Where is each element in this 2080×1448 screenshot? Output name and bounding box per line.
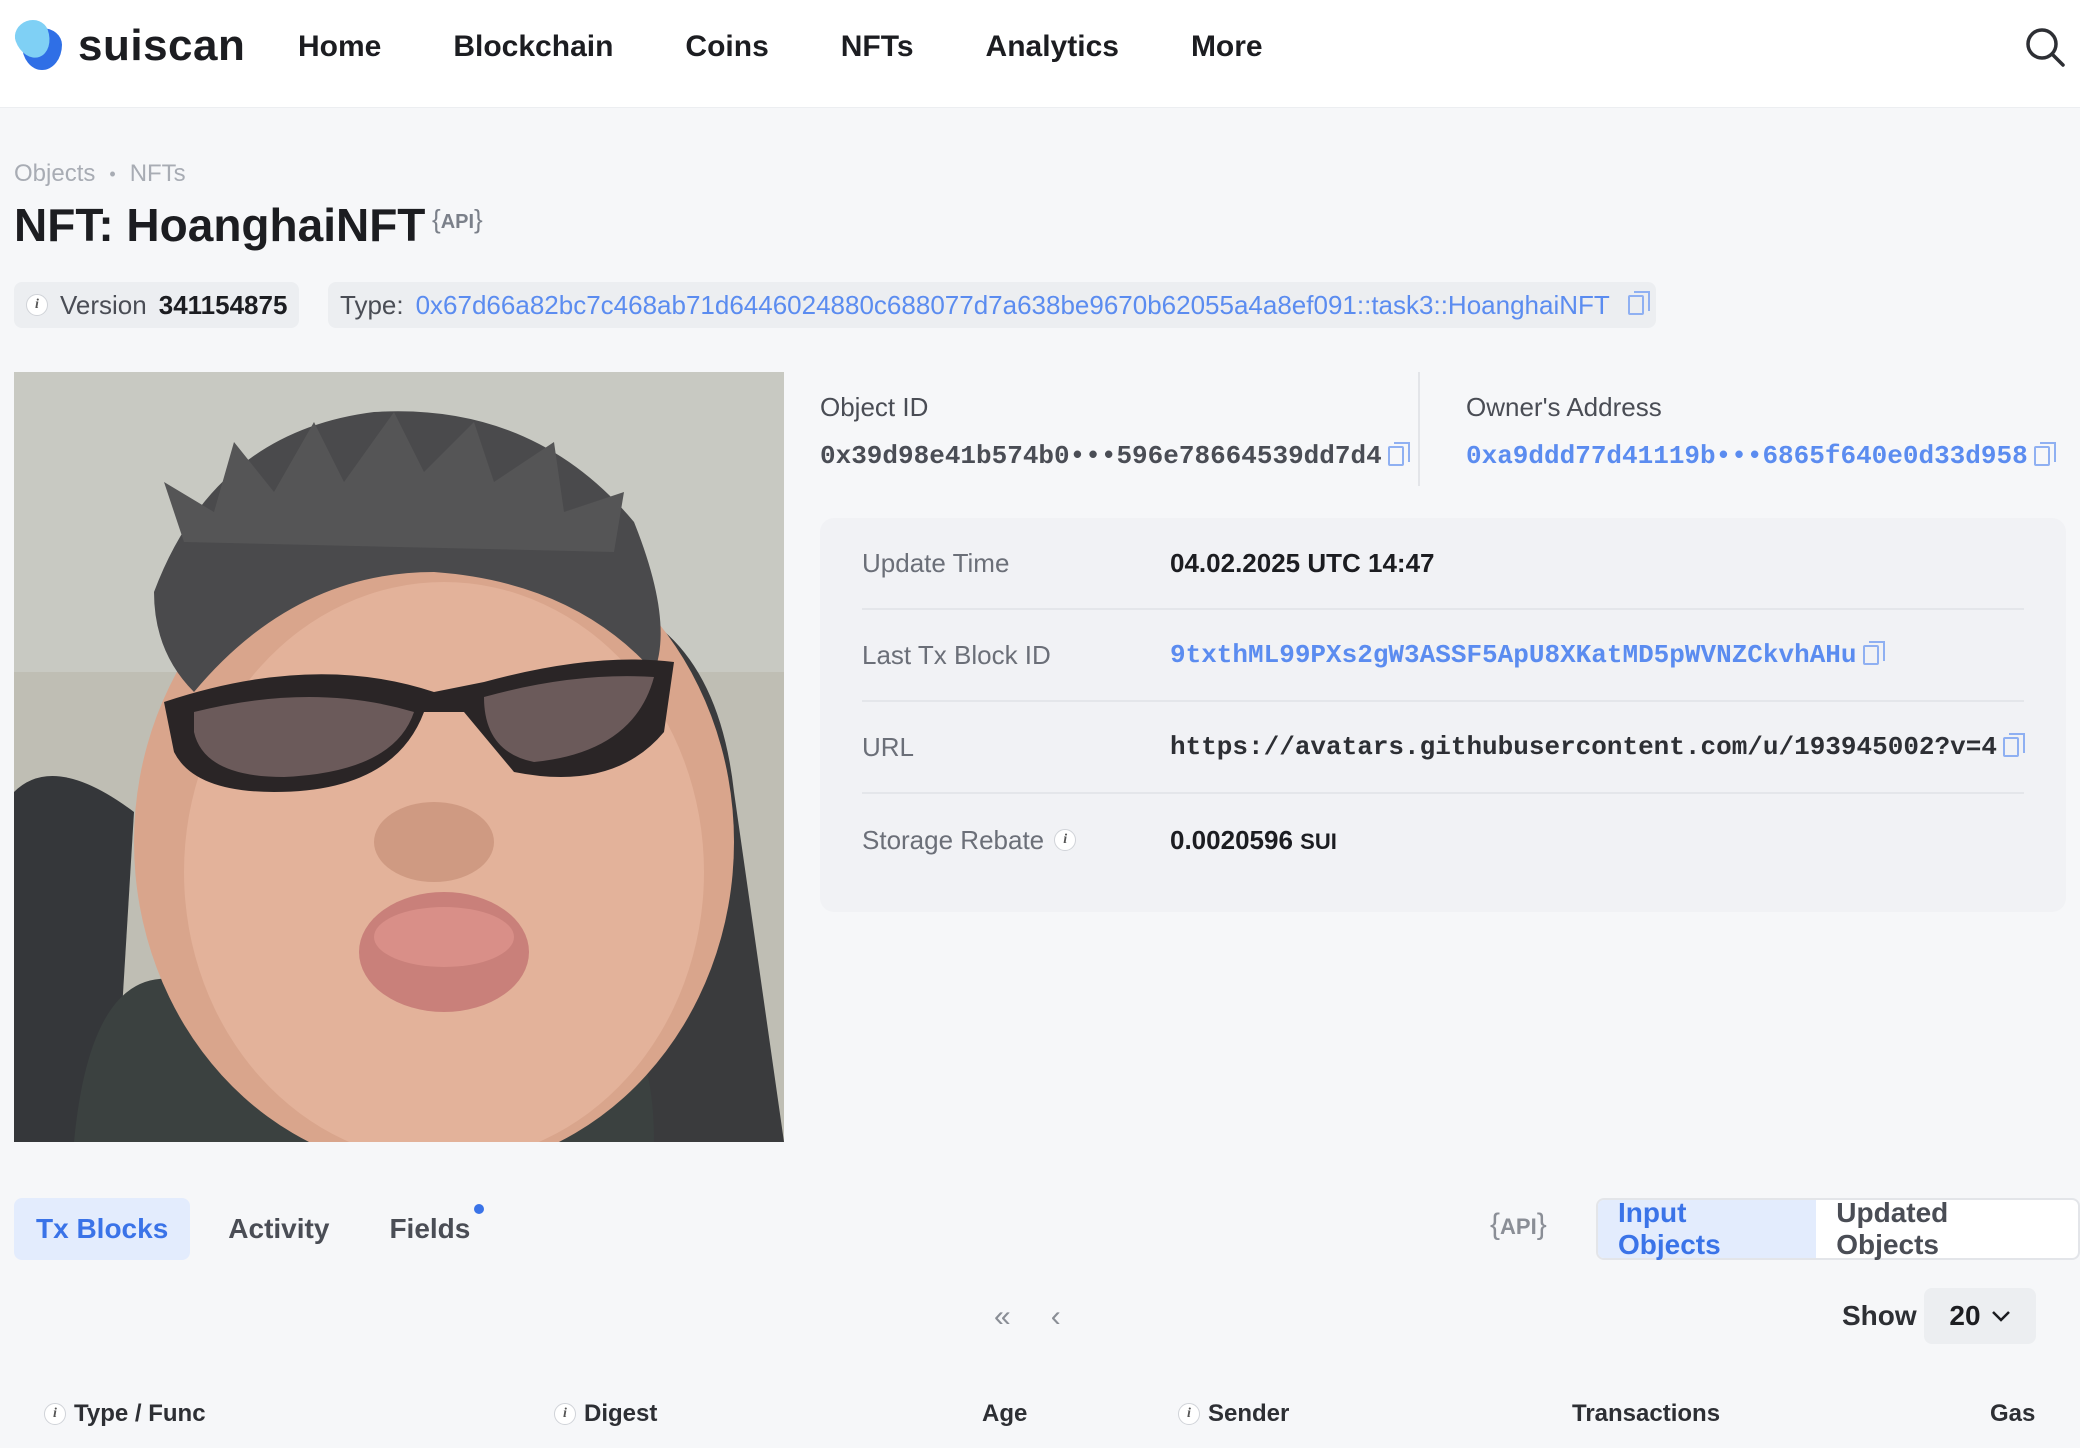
brand-name: suiscan bbox=[78, 21, 246, 70]
breadcrumb-objects[interactable]: Objects bbox=[14, 160, 95, 188]
update-time-value: 04.02.2025 UTC 14:47 bbox=[1170, 547, 1435, 578]
info-icon[interactable]: i bbox=[1054, 829, 1077, 851]
last-tx-block-link[interactable]: 9txthML99PXs2gW3ASSF5ApU8XKatMD5pWVNZCkv… bbox=[1170, 640, 1857, 670]
detail-row-url: URL https://avatars.githubusercontent.co… bbox=[862, 702, 2025, 794]
col-gas: Gas bbox=[1990, 1400, 2036, 1427]
chevron-down-icon bbox=[1991, 1311, 2010, 1322]
nav-coins[interactable]: Coins bbox=[685, 26, 768, 68]
nav-more[interactable]: More bbox=[1191, 26, 1263, 68]
col-sender: Sender bbox=[1208, 1400, 1290, 1427]
pagination: « ‹ bbox=[994, 1300, 1061, 1334]
col-transactions: Transactions bbox=[1572, 1400, 1721, 1427]
breadcrumb-separator: • bbox=[109, 163, 116, 184]
copy-icon[interactable] bbox=[1627, 291, 1650, 315]
nav-blockchain[interactable]: Blockchain bbox=[453, 26, 613, 68]
nav-home[interactable]: Home bbox=[298, 26, 381, 68]
main-nav: Home Blockchain Coins NFTs Analytics Mor… bbox=[298, 26, 1335, 68]
version-value: 341154875 bbox=[158, 289, 288, 320]
object-id-value: 0x39d98e41b574b0•••596e78664539dd7d4 bbox=[820, 441, 1382, 471]
notification-dot bbox=[474, 1204, 485, 1214]
divider bbox=[1418, 372, 1420, 486]
table-header: i Type / Func i Digest Age i Sender Transac… bbox=[0, 1400, 2080, 1440]
tab-fields[interactable]: Fields bbox=[367, 1198, 492, 1260]
page-size-select[interactable]: 20 bbox=[1924, 1288, 2036, 1344]
nav-analytics[interactable]: Analytics bbox=[986, 26, 1119, 68]
col-age: Age bbox=[982, 1400, 1028, 1427]
copy-icon[interactable] bbox=[2033, 442, 2056, 467]
detail-row-update-time: Update Time 04.02.2025 UTC 14:47 bbox=[862, 518, 2024, 610]
first-page-icon[interactable]: « bbox=[994, 1300, 1011, 1334]
top-navigation-bar: suiscan Home Blockchain Coins NFTs Analy… bbox=[0, 0, 2080, 108]
version-badge: i Version 341154875 bbox=[14, 282, 300, 328]
tab-bar: Tx Blocks Activity Fields bbox=[14, 1198, 492, 1260]
tab-activity[interactable]: Activity bbox=[206, 1198, 351, 1260]
owner-address-block: Owner's Address 0xa9ddd77d41119b•••6865f… bbox=[1466, 392, 2056, 471]
info-icon[interactable]: i bbox=[26, 294, 48, 316]
api-link[interactable]: {API} bbox=[1490, 1208, 1547, 1242]
copy-icon[interactable] bbox=[1387, 442, 1410, 467]
url-value: https://avatars.githubusercontent.com/u/… bbox=[1170, 732, 1997, 762]
nav-nfts[interactable]: NFTs bbox=[841, 26, 914, 68]
info-icon[interactable]: i bbox=[554, 1403, 576, 1425]
api-link[interactable]: {API} bbox=[432, 204, 483, 235]
owner-address-link[interactable]: 0xa9ddd77d41119b•••6865f640e0d33d958 bbox=[1466, 441, 2028, 471]
object-id-block: Object ID 0x39d98e41b574b0•••596e7866453… bbox=[820, 392, 1410, 471]
detail-row-storage-rebate: Storage Rebate i 0.0020596 SUI bbox=[862, 824, 1337, 855]
info-icon[interactable]: i bbox=[1178, 1403, 1200, 1425]
type-badge: Type: 0x67d66a82bc7c468ab71d6446024880c6… bbox=[328, 282, 1656, 328]
updated-objects-button[interactable]: Updated Objects bbox=[1816, 1197, 2078, 1260]
prev-page-icon[interactable]: ‹ bbox=[1051, 1300, 1061, 1334]
sui-drop-logo-icon bbox=[10, 15, 68, 74]
tab-tx-blocks[interactable]: Tx Blocks bbox=[14, 1198, 191, 1260]
info-icon[interactable]: i bbox=[44, 1403, 66, 1425]
input-objects-button[interactable]: Input Objects bbox=[1598, 1197, 1817, 1260]
page-title: NFT: HoanghaiNFT bbox=[14, 199, 426, 251]
breadcrumb: Objects • NFTs bbox=[14, 160, 186, 188]
copy-icon[interactable] bbox=[1862, 641, 1885, 666]
copy-icon[interactable] bbox=[2002, 733, 2025, 758]
col-type-func: Type / Func bbox=[74, 1400, 206, 1427]
storage-rebate-value: 0.0020596 bbox=[1170, 824, 1293, 855]
show-label: Show bbox=[1842, 1300, 1917, 1331]
objects-toggle: Input Objects Updated Objects bbox=[1596, 1197, 2080, 1260]
nft-image bbox=[14, 372, 784, 1142]
col-digest: Digest bbox=[584, 1400, 658, 1427]
details-card: Update Time 04.02.2025 UTC 14:47 Last Tx… bbox=[820, 518, 2066, 912]
search-icon[interactable] bbox=[2024, 26, 2066, 68]
suiscan-logo[interactable]: suiscan bbox=[10, 15, 246, 74]
detail-row-last-tx-block: Last Tx Block ID 9txthML99PXs2gW3ASSF5Ap… bbox=[862, 610, 2024, 702]
type-link[interactable]: 0x67d66a82bc7c468ab71d6446024880c688077d… bbox=[416, 290, 1610, 321]
breadcrumb-nfts[interactable]: NFTs bbox=[130, 160, 186, 188]
